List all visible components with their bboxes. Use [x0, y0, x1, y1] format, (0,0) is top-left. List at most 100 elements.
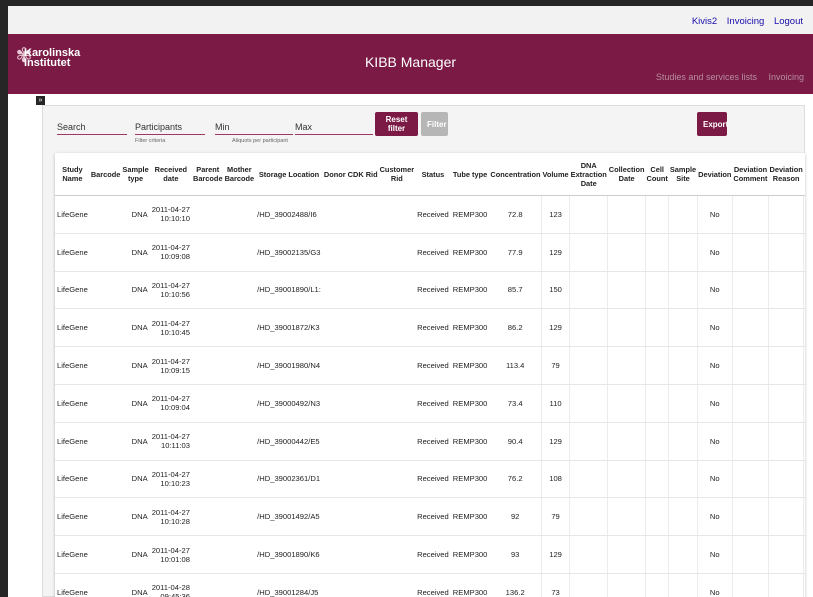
app-header: ✾ Karolinska Institutet KIBB Manager Stu…: [8, 34, 813, 94]
table-cell: [731, 233, 769, 272]
table-cell: [378, 308, 416, 348]
table-cell: [645, 460, 669, 499]
table-cell: [378, 195, 416, 234]
table-row[interactable]: LifeGene DNA 2011-04-27 10:10:28/HD_3900149…: [55, 497, 805, 537]
user-link[interactable]: Kivis2: [692, 16, 717, 27]
table-row[interactable]: LifeGene DNA 2011-04-27 10:10:23/HD_3900236…: [55, 460, 805, 499]
column-header[interactable]: Collection Date: [607, 153, 646, 196]
column-header[interactable]: Sample Site: [668, 153, 698, 196]
table-cell: [607, 535, 646, 574]
table-cell: [607, 573, 646, 597]
expand-icon[interactable]: »: [36, 96, 45, 105]
participants-input[interactable]: [135, 120, 205, 135]
received-time: 10:09:04: [160, 403, 190, 413]
table-cell: [569, 195, 608, 234]
table-cell: [322, 460, 347, 499]
column-header[interactable]: Parent Barcode: [191, 153, 224, 196]
column-header[interactable]: Sample Notes: [803, 153, 805, 196]
column-header[interactable]: Deviation: [697, 153, 733, 196]
search-input[interactable]: [57, 120, 127, 135]
table-cell: 2011-04-27 10:09:04: [149, 384, 192, 423]
column-header[interactable]: Storage Location: [255, 153, 323, 196]
column-header[interactable]: Concentration: [489, 153, 542, 196]
column-header[interactable]: Study Name: [55, 153, 90, 196]
table-cell: [767, 535, 804, 574]
table-row[interactable]: LifeGene DNA 2011-04-27 10:01:08/HD_3900189…: [55, 535, 805, 574]
table-row[interactable]: LifeGene DNA 2011-04-27 10:10:10/HD_3900248…: [55, 195, 805, 234]
table-cell: LifeGene: [55, 460, 90, 499]
reset-filter-button[interactable]: Reset filter: [375, 112, 418, 136]
table-cell: [364, 535, 379, 574]
table-cell: No: [696, 384, 733, 423]
table-row[interactable]: LifeGene DNA 2011-04-27 10:10:45/HD_3900187…: [55, 308, 805, 348]
table-cell: [223, 384, 256, 423]
subnav-invoicing[interactable]: Invoicing: [768, 72, 804, 82]
table-cell: [569, 271, 608, 310]
table-cell: [322, 573, 347, 597]
table-cell: [378, 497, 416, 537]
column-header[interactable]: Donor: [322, 153, 347, 196]
table-cell: [378, 535, 416, 574]
column-header[interactable]: Mother Barcode: [223, 153, 256, 196]
table-cell: [731, 271, 769, 310]
table-cell: No: [696, 233, 733, 272]
table-row[interactable]: LifeGene DNA 2011-04-27 10:09:08/HD_3900213…: [55, 233, 805, 272]
table-cell: REMP300: [450, 346, 490, 385]
column-header[interactable]: Deviation Reason: [768, 153, 804, 196]
table-cell: DNA: [121, 384, 150, 423]
table-row[interactable]: LifeGene DNA 2011-04-27 10:09:15/HD_3900198…: [55, 346, 805, 385]
sub-navigation: Studies and services lists Invoicing: [647, 72, 804, 82]
filter-button[interactable]: Filter: [421, 112, 448, 136]
table-cell: [731, 573, 769, 597]
received-time: 10:10:23: [160, 478, 190, 488]
column-header[interactable]: Received date: [149, 153, 192, 196]
table-cell: /HD_39000442/E5: [255, 422, 323, 461]
subnav-studies-services[interactable]: Studies and services lists: [656, 72, 757, 82]
received-time: 10:10:28: [160, 516, 190, 526]
table-row[interactable]: LifeGene DNA 2011-04-28 09:45:36/HD_3900128…: [55, 573, 805, 597]
table-cell: [346, 422, 365, 461]
table-cell: REMP300: [450, 271, 490, 310]
column-header[interactable]: Cell Count: [645, 153, 669, 196]
table-row[interactable]: LifeGene DNA 2011-04-27 10:10:56/HD_3900189…: [55, 271, 805, 310]
table-cell: [767, 384, 804, 423]
table-cell: 2011-04-27 10:10:10: [149, 195, 192, 234]
invoicing-link[interactable]: Invoicing: [727, 16, 765, 27]
column-header[interactable]: Status: [415, 153, 451, 196]
table-cell: 2011-04-27 10:09:15: [149, 346, 192, 385]
aliquots-hint: Aliquots per participant: [232, 138, 288, 144]
table-cell: [767, 460, 804, 499]
table-cell: REMP300: [450, 573, 490, 597]
column-header[interactable]: Volume: [541, 153, 570, 196]
table-cell: No: [696, 460, 733, 499]
column-header[interactable]: Customer Rid: [378, 153, 416, 196]
table-cell: REMP300: [450, 535, 490, 574]
column-header[interactable]: CDK: [346, 153, 365, 196]
logout-link[interactable]: Logout: [774, 16, 803, 27]
table-cell: [89, 535, 122, 574]
table-row[interactable]: LifeGene DNA 2011-04-27 10:11:03/HD_3900044…: [55, 422, 805, 461]
table-cell: [645, 271, 669, 310]
table-row[interactable]: LifeGene DNA 2011-04-27 10:09:04/HD_3900049…: [55, 384, 805, 423]
table-cell: [803, 573, 805, 597]
column-header[interactable]: Barcode: [89, 153, 122, 196]
table-cell: DNA: [121, 422, 150, 461]
table-cell: [322, 384, 347, 423]
column-header[interactable]: Sample type: [121, 153, 150, 196]
max-input[interactable]: [295, 120, 373, 135]
table-cell: [89, 497, 122, 537]
table-cell: [668, 346, 698, 385]
column-header[interactable]: DNA Extraction Date: [569, 153, 608, 196]
table-cell: LifeGene: [55, 308, 90, 348]
column-header[interactable]: Rid: [364, 153, 379, 196]
min-input[interactable]: [215, 120, 293, 135]
column-header[interactable]: Tube type: [450, 153, 490, 196]
table-cell: 79: [540, 346, 570, 385]
table-cell: No: [696, 535, 733, 574]
table-cell: 108: [540, 460, 570, 499]
export-button[interactable]: Export: [697, 112, 728, 136]
column-header[interactable]: Deviation Comment: [732, 153, 769, 196]
top-bar: Kivis2 Invoicing Logout: [8, 6, 813, 34]
table-cell: 76.2: [489, 460, 542, 499]
table-cell: [668, 573, 698, 597]
